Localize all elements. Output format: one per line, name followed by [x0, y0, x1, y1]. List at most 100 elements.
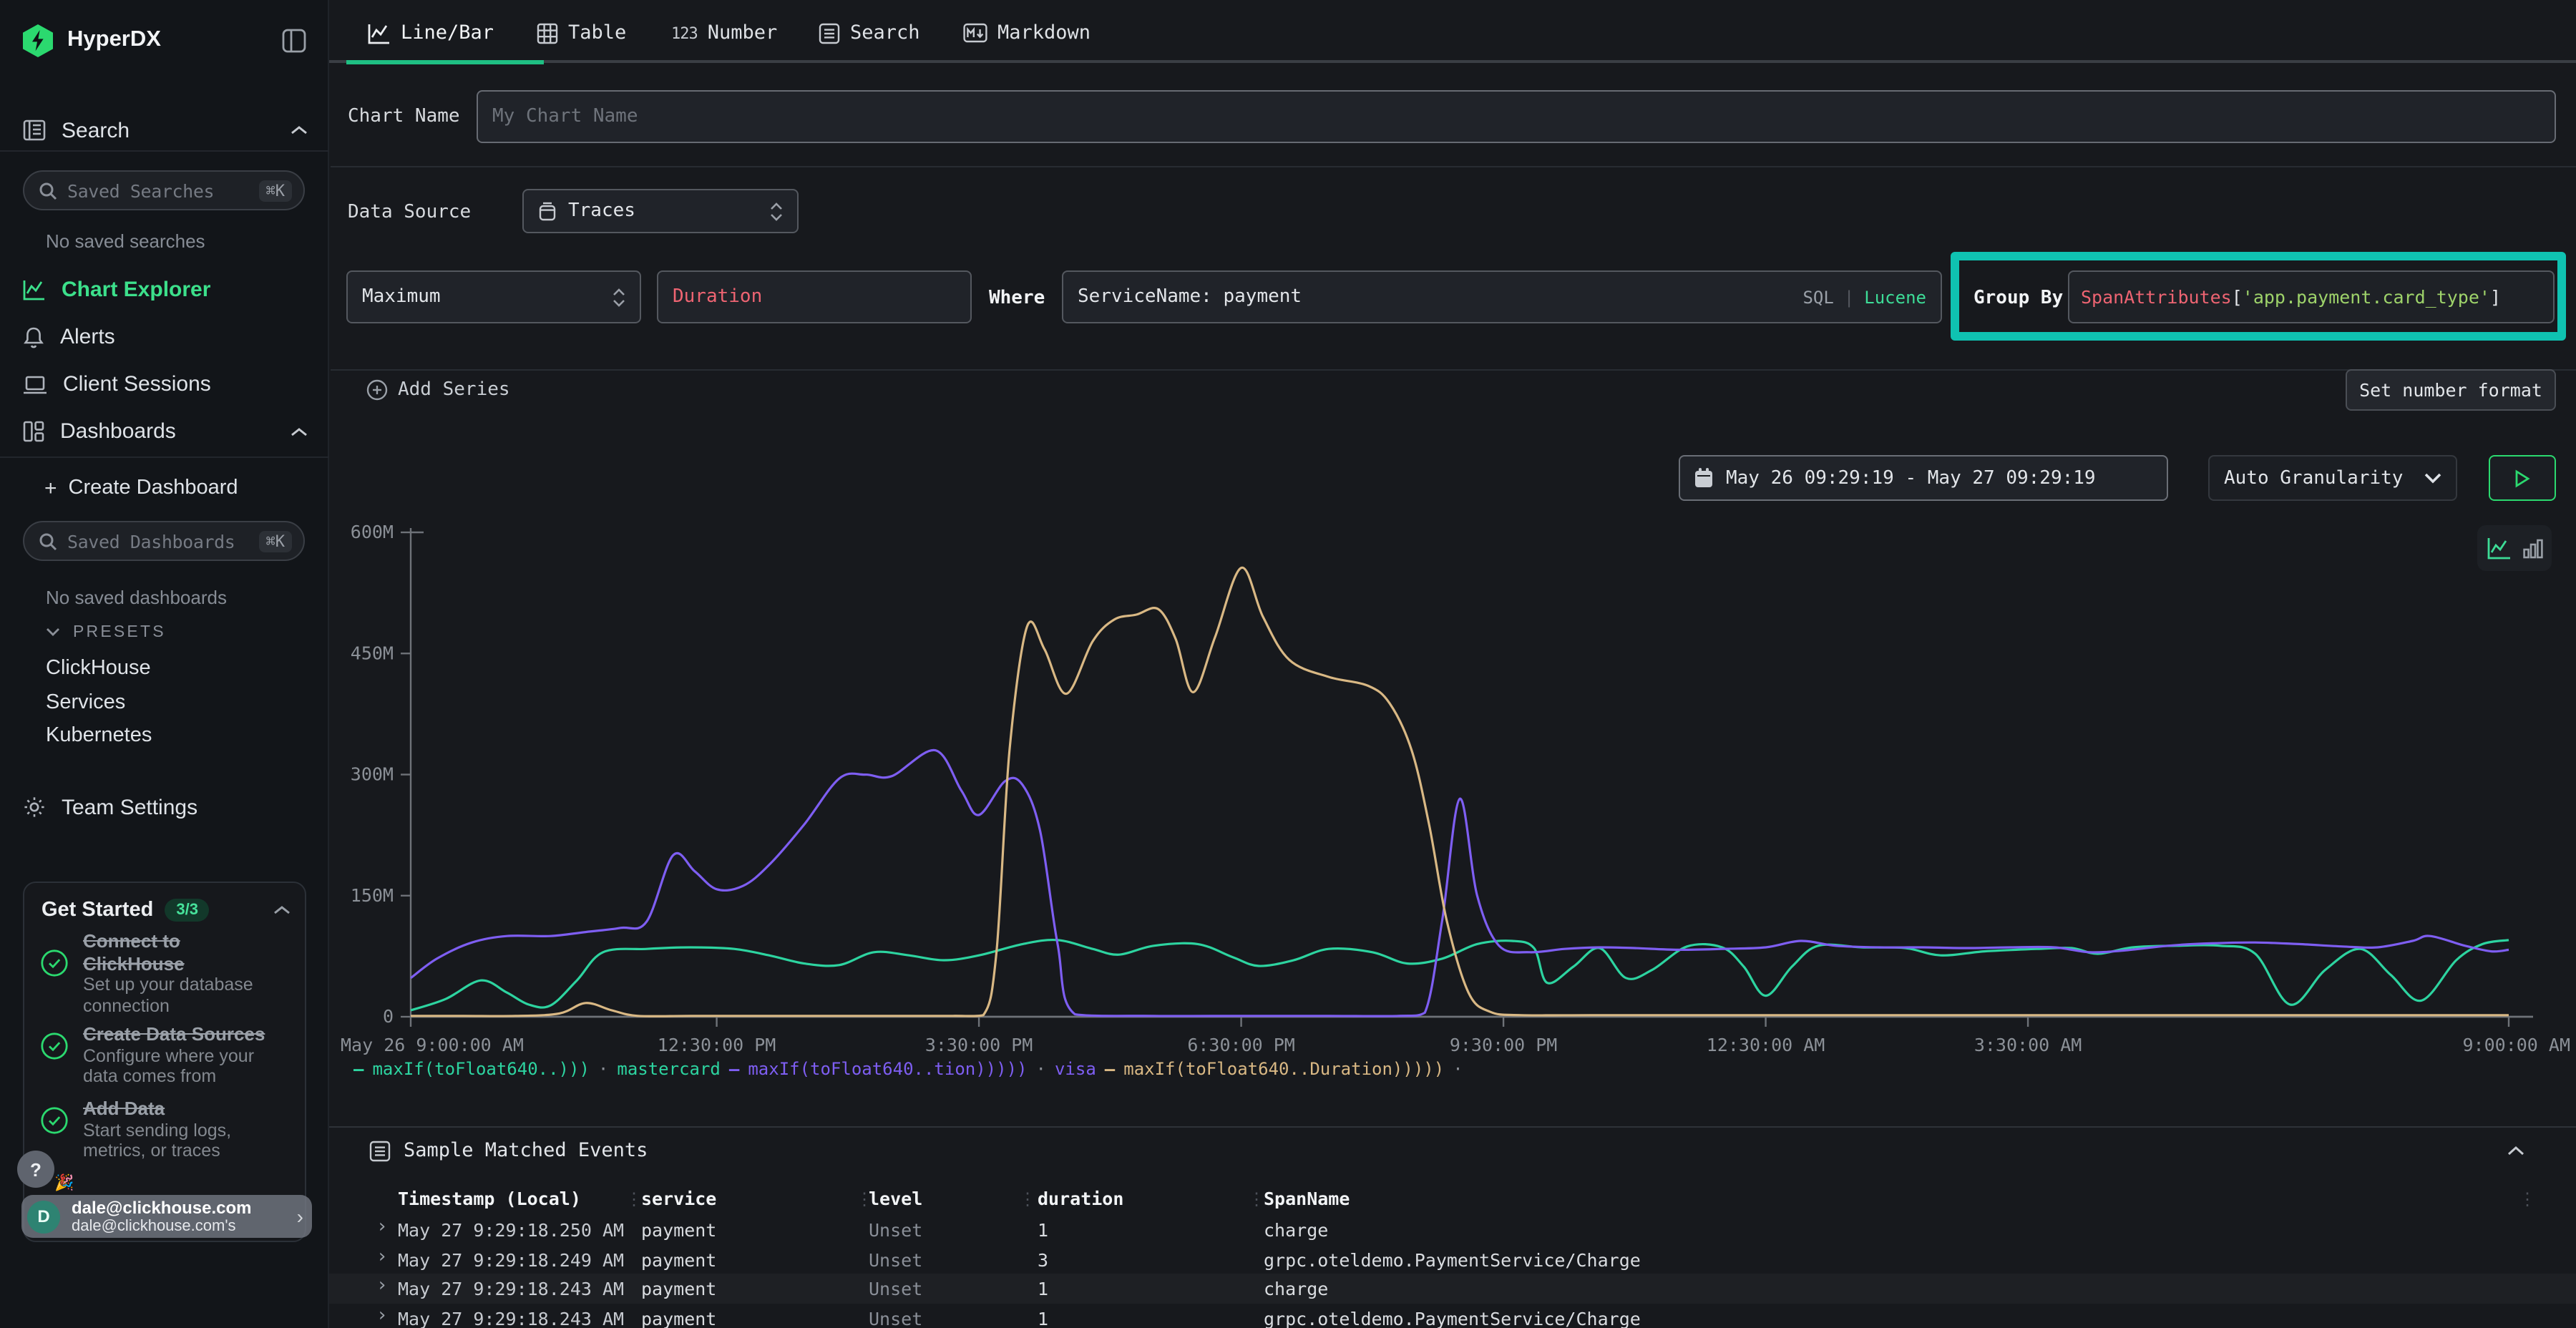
column-header-timestamp-local-[interactable]: Timestamp (Local) [398, 1188, 581, 1209]
kbd-shortcut: ⌘K [259, 530, 293, 552]
preset-item-kubernetes[interactable]: Kubernetes [0, 723, 329, 748]
get-started-badge: 3/3 [165, 899, 210, 922]
column-resize-handle[interactable]: ⋮ [856, 1189, 873, 1209]
updown-chevron-icon [770, 201, 783, 221]
preset-item-clickhouse[interactable]: ClickHouse [0, 655, 329, 681]
table-row[interactable]: ›May 27 9:29:18.243 AMpaymentUnset1charg… [329, 1274, 2576, 1303]
sample-events-header[interactable]: Sample Matched Events [369, 1139, 648, 1162]
no-saved-dashboards-text: No saved dashboards [46, 586, 227, 607]
where-input[interactable]: ServiceName: payment SQL | Lucene [1062, 270, 1942, 323]
tab-line-bar[interactable]: Line/Bar [368, 14, 494, 52]
chevron-right-icon[interactable]: › [376, 1246, 388, 1267]
chevron-up-icon[interactable] [273, 904, 291, 916]
date-range-input[interactable]: May 26 09:29:19 - May 27 09:29:19 [1679, 455, 2168, 501]
sidebar-section-search[interactable]: Search [0, 112, 329, 149]
presets-header[interactable]: PRESETS [0, 621, 329, 643]
x-tick-label: 9:30:00 PM [1450, 1035, 1558, 1055]
run-query-button[interactable] [2489, 455, 2556, 501]
preset-item-services[interactable]: Services [0, 689, 329, 715]
legend-group-name: visa [1055, 1059, 1096, 1079]
sidebar-item-label: Dashboards [60, 419, 176, 444]
column-resize-handle[interactable]: ⋮ [1248, 1189, 1265, 1209]
help-button[interactable]: ? [17, 1151, 54, 1188]
tab-markdown[interactable]: Markdown [963, 14, 1091, 52]
chart-name-placeholder: My Chart Name [492, 106, 638, 127]
sidebar-item-client-sessions[interactable]: Client Sessions [0, 366, 329, 402]
x-tick-label: 9:00:00 AM [2462, 1035, 2570, 1055]
legend-separator: · [598, 1059, 608, 1079]
tab-number[interactable]: 123Number [671, 14, 777, 52]
table-cell: Unset [869, 1307, 922, 1328]
collapse-sidebar-icon[interactable] [282, 28, 306, 52]
events-table-body: ›May 27 9:29:18.250 AMpaymentUnset1charg… [329, 1215, 2576, 1328]
data-source-value: Traces [568, 200, 635, 222]
column-header-level[interactable]: level [869, 1188, 922, 1209]
table-cell: payment [641, 1249, 716, 1270]
legend-item[interactable]: — maxIf(toFloat640..tion))))) [729, 1059, 1028, 1079]
create-dashboard-button[interactable]: + Create Dashboard [0, 474, 329, 502]
sql-toggle[interactable]: SQL [1802, 287, 1833, 307]
saved-searches-input[interactable]: Saved Searches ⌘K [23, 170, 305, 210]
tab-search[interactable]: Search [819, 14, 920, 52]
sidebar-item-team-settings[interactable]: Team Settings [0, 788, 329, 826]
legend-item[interactable]: —maxIf(toFloat640..))) [353, 1059, 590, 1079]
active-tab-underline [346, 60, 544, 64]
get-started-item-text: Create Data SourcesConfigure where yourd… [83, 1023, 298, 1087]
sidebar-item-alerts[interactable]: Alerts [0, 319, 329, 355]
sidebar-item-dashboards[interactable]: Dashboards [0, 414, 329, 449]
lucene-toggle[interactable]: Lucene [1864, 287, 1926, 307]
no-saved-searches-text: No saved searches [46, 230, 205, 251]
chart-name-input[interactable]: My Chart Name [477, 90, 2556, 143]
legend-item[interactable]: —maxIf(toFloat640..Duration))))) [1105, 1059, 1444, 1079]
table-cell: grpc.oteldemo.PaymentService/Charge [1264, 1307, 1641, 1328]
saved-dashboards-input[interactable]: Saved Dashboards ⌘K [23, 521, 305, 561]
sidebar-item-chart-explorer[interactable]: Chart Explorer [0, 272, 329, 308]
set-number-format-label: Set number format [2359, 379, 2542, 401]
sample-events-title: Sample Matched Events [404, 1139, 648, 1162]
granularity-select[interactable]: Auto Granularity [2208, 455, 2457, 501]
table-cell: charge [1264, 1219, 1328, 1241]
column-header-duration[interactable]: duration [1038, 1188, 1123, 1209]
time-series-chart[interactable]: 600M450M300M150M0May 26 9:00:00 AM12:30:… [329, 515, 2576, 1088]
saved-dashboards-placeholder: Saved Dashboards [67, 530, 259, 552]
legend-series-name: maxIf(toFloat640..tion))))) [748, 1059, 1027, 1079]
chevron-down-icon [2424, 472, 2441, 484]
table-row[interactable]: ›May 27 9:29:18.243 AMpaymentUnset1grpc.… [329, 1303, 2576, 1328]
column-resize-handle[interactable]: ⋮ [1019, 1189, 1036, 1209]
table-row[interactable]: ›May 27 9:29:18.250 AMpaymentUnset1charg… [329, 1215, 2576, 1244]
dashboards-icon [23, 421, 44, 442]
user-menu[interactable]: D dale@clickhouse.com dale@clickhouse.co… [21, 1195, 312, 1238]
toggle-divider: | [1844, 287, 1854, 307]
aggregation-select[interactable]: Maximum [346, 270, 641, 323]
sidebar-item-label: Alerts [60, 325, 115, 349]
chevron-right-icon[interactable]: › [376, 1216, 388, 1238]
search-section-icon [23, 119, 46, 142]
add-series-button[interactable]: Add Series [366, 379, 510, 401]
table-cell: 1 [1038, 1307, 1048, 1328]
sidebar-search-label: Search [62, 118, 130, 142]
saved-searches-placeholder: Saved Searches [67, 180, 259, 201]
x-tick-label: 3:30:00 AM [1974, 1035, 2082, 1055]
column-header-spanname[interactable]: SpanName [1264, 1188, 1350, 1209]
column-header-service[interactable]: service [641, 1188, 716, 1209]
set-number-format-button[interactable]: Set number format [2346, 369, 2556, 411]
data-source-select[interactable]: Traces [522, 189, 799, 233]
legend-dash: — [729, 1059, 739, 1079]
chevron-right-icon[interactable]: › [376, 1304, 388, 1326]
user-org: dale@clickhouse.com's [72, 1217, 252, 1234]
group-by-input[interactable]: SpanAttributes['app.payment.card_type'] [2068, 270, 2555, 323]
get-started-item-title: Connect to [83, 930, 298, 952]
field-value: Duration [673, 286, 762, 308]
plus-circle-icon [366, 379, 388, 401]
app-window: HyperDX Search Saved Searches ⌘K No save… [0, 0, 2576, 1328]
table-row[interactable]: ›May 27 9:29:18.249 AMpaymentUnset3grpc.… [329, 1244, 2576, 1274]
column-resize-handle[interactable]: ⋮ [625, 1189, 643, 1209]
chevron-right-icon[interactable]: › [376, 1275, 388, 1297]
chevron-up-icon[interactable] [2507, 1145, 2524, 1156]
tab-table[interactable]: Table [537, 14, 626, 52]
group-by-string: 'app.payment.card_type' [2243, 286, 2490, 308]
get-started-item-desc: metrics, or traces [83, 1141, 298, 1161]
column-menu-icon[interactable]: ⋮ [2519, 1189, 2536, 1209]
field-input[interactable]: Duration [657, 270, 972, 323]
legend-series-name: maxIf(toFloat640..Duration))))) [1123, 1059, 1444, 1079]
